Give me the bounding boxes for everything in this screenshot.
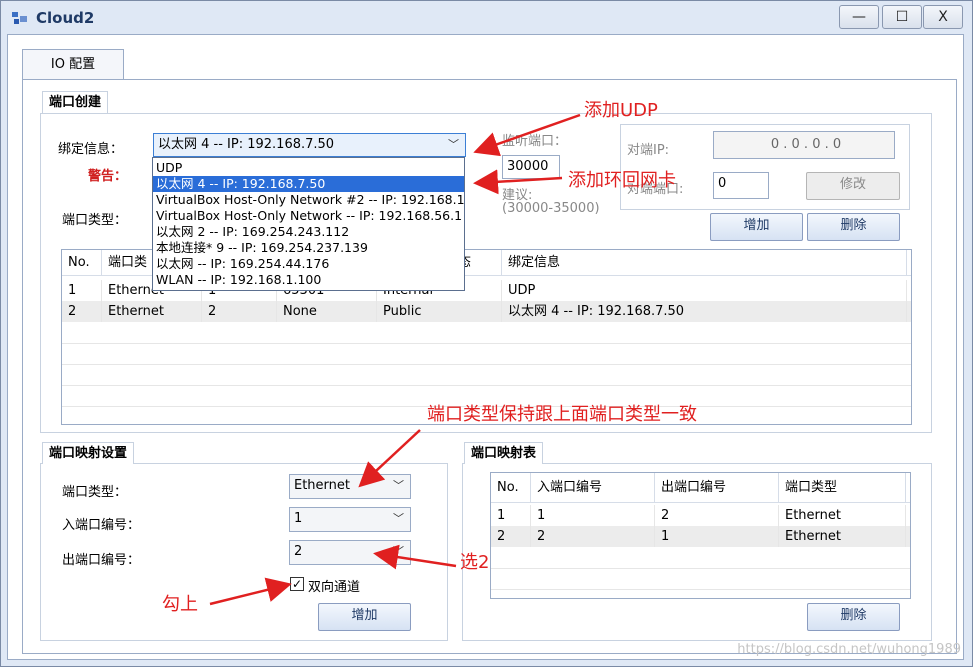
cell: Ethernet: [779, 526, 906, 547]
table-row[interactable]: 2 2 1 Ethernet: [491, 526, 910, 547]
cell: 2: [655, 505, 779, 526]
mapping-table-title: 端口映射表: [464, 442, 544, 464]
port-create-title: 端口创建: [42, 91, 109, 113]
cell: 1: [655, 526, 779, 547]
title-bar[interactable]: Cloud2 — ☐ X: [1, 1, 972, 35]
cell: 1: [531, 505, 655, 526]
grid-line: [491, 568, 910, 569]
cell: 2: [491, 526, 531, 547]
chevron-down-icon: ﹀: [448, 138, 459, 151]
close-button[interactable]: X: [923, 5, 963, 29]
dropdown-option[interactable]: UDP: [153, 160, 464, 176]
in-port-combo[interactable]: 1 ﹀: [289, 507, 411, 532]
mapping-table-header: No. 入端口编号 出端口编号 端口类型: [491, 473, 910, 503]
warning-label: 警告：: [88, 169, 128, 184]
annotation-keep-type: 端口类型保持跟上面端口类型一致: [427, 404, 697, 425]
table-row[interactable]: 2 Ethernet 2 None Public 以太网 4 -- IP: 19…: [62, 301, 911, 322]
peer-port-input[interactable]: 0: [713, 172, 769, 199]
annotation-add-udp: 添加UDP: [584, 100, 658, 121]
cell: 2: [531, 526, 655, 547]
cell: Ethernet: [779, 505, 906, 526]
bind-dropdown-list[interactable]: UDP 以太网 4 -- IP: 192.168.7.50 VirtualBox…: [152, 157, 465, 291]
port-type-label: 端口类型：: [62, 213, 128, 228]
col-no[interactable]: No.: [491, 473, 531, 503]
map-port-type-combo[interactable]: Ethernet ﹀: [289, 474, 411, 499]
dropdown-option[interactable]: VirtualBox Host-Only Network -- IP: 192.…: [153, 208, 464, 224]
peer-ip-input[interactable]: 0 . 0 . 0 . 0: [713, 131, 895, 159]
dropdown-option[interactable]: 本地连接* 9 -- IP: 169.254.237.139: [153, 240, 464, 256]
delete-port-button[interactable]: 删除: [807, 213, 900, 241]
modify-button[interactable]: 修改: [806, 172, 900, 200]
cell: Public: [377, 301, 502, 322]
out-port-label: 出端口编号：: [62, 553, 141, 568]
out-port-combo[interactable]: 2 ﹀: [289, 540, 411, 565]
chevron-down-icon: ﹀: [393, 512, 404, 525]
cell: Ethernet: [102, 301, 202, 322]
dropdown-option-selected[interactable]: 以太网 4 -- IP: 192.168.7.50: [153, 176, 464, 192]
chevron-down-icon: ﹀: [393, 479, 404, 492]
grid-line: [62, 385, 911, 386]
delete-mapping-button[interactable]: 删除: [807, 603, 900, 631]
add-port-button[interactable]: 增加: [710, 213, 803, 241]
annotation-check-it: 勾上: [162, 594, 198, 615]
bind-label: 绑定信息：: [58, 142, 124, 157]
annotation-add-loopback: 添加环回网卡: [568, 170, 676, 191]
chevron-down-icon: ﹀: [393, 545, 404, 558]
mapping-table: No. 入端口编号 出端口编号 端口类型 1 1 2 Ethernet 2 2 …: [490, 472, 911, 599]
minimize-button[interactable]: —: [839, 5, 879, 29]
port-mapping-title: 端口映射设置: [42, 442, 135, 464]
col-no[interactable]: No.: [62, 250, 102, 276]
col-port-type[interactable]: 端口类型: [779, 473, 906, 503]
dropdown-option[interactable]: 以太网 -- IP: 169.254.44.176: [153, 256, 464, 272]
window-title: Cloud2: [36, 9, 95, 27]
map-port-type-label: 端口类型：: [62, 485, 128, 500]
map-port-type-value: Ethernet: [294, 478, 350, 493]
in-port-value: 1: [294, 511, 303, 526]
bidirectional-checkbox[interactable]: ✓: [290, 577, 304, 591]
col-bind-info[interactable]: 绑定信息: [502, 250, 907, 276]
tab-io-config[interactable]: IO 配置: [22, 49, 124, 79]
cell: 1: [491, 505, 531, 526]
listen-port-label: 监听端口：: [502, 134, 568, 149]
dropdown-option[interactable]: WLAN -- IP: 192.168.1.100: [153, 272, 464, 288]
cell: 2: [202, 301, 277, 322]
cell: None: [277, 301, 377, 322]
table-row[interactable]: 1 1 2 Ethernet: [491, 505, 910, 526]
listen-port-input[interactable]: 30000: [502, 155, 560, 179]
bind-combo-value: 以太网 4 -- IP: 192.168.7.50: [158, 137, 335, 152]
add-mapping-button[interactable]: 增加: [318, 603, 411, 631]
cloud-icon: [12, 12, 27, 24]
suggest-range: (30000-35000): [502, 201, 600, 216]
bidirectional-label: 双向通道: [308, 580, 361, 595]
bind-combo[interactable]: 以太网 4 -- IP: 192.168.7.50 ﹀: [153, 133, 466, 157]
annotation-select2: 选2: [460, 552, 490, 573]
cell: 以太网 4 -- IP: 192.168.7.50: [502, 301, 907, 322]
in-port-label: 入端口编号：: [62, 518, 141, 533]
out-port-value: 2: [294, 544, 303, 559]
col-in-port[interactable]: 入端口编号: [531, 473, 655, 503]
grid-line: [491, 589, 910, 590]
watermark: https://blog.csdn.net/wuhong1989: [737, 642, 961, 657]
col-out-port[interactable]: 出端口编号: [655, 473, 779, 503]
cell: UDP: [502, 280, 907, 301]
peer-ip-label: 对端IP:: [627, 143, 670, 158]
maximize-button[interactable]: ☐: [882, 5, 922, 29]
grid-line: [62, 364, 911, 365]
dropdown-option[interactable]: VirtualBox Host-Only Network #2 -- IP: 1…: [153, 192, 464, 208]
grid-line: [62, 343, 911, 344]
cell: 1: [62, 280, 102, 301]
dropdown-option[interactable]: 以太网 2 -- IP: 169.254.243.112: [153, 224, 464, 240]
cell: 2: [62, 301, 102, 322]
